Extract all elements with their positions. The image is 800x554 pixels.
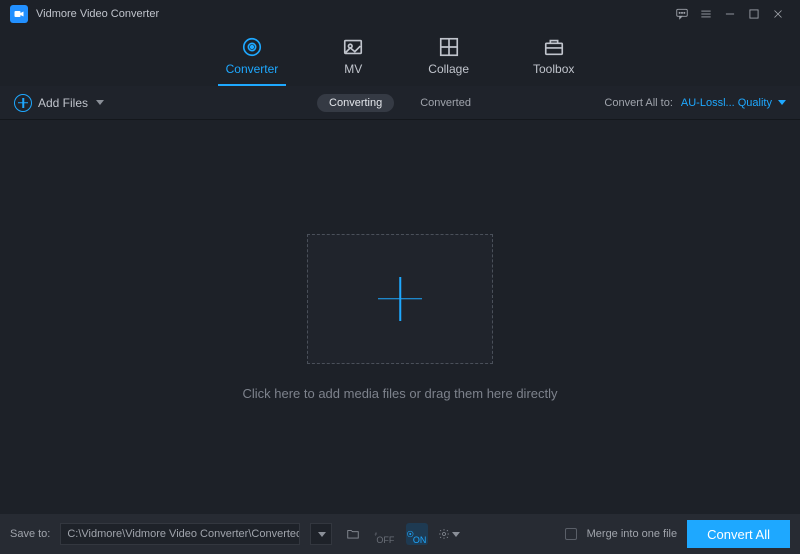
feedback-icon[interactable] <box>670 2 694 26</box>
minimize-icon[interactable] <box>718 2 742 26</box>
main-area: Click here to add media files or drag th… <box>0 120 800 514</box>
tab-converter[interactable]: Converter <box>218 32 287 86</box>
chevron-down-icon <box>318 532 326 537</box>
plus-icon <box>378 277 422 321</box>
title-bar: Vidmore Video Converter <box>0 0 800 28</box>
convert-all-to-label: Convert All to: <box>604 97 672 109</box>
sub-toolbar: Add Files Converting Converted Convert A… <box>0 86 800 120</box>
dropzone-hint: Click here to add media files or drag th… <box>242 386 557 401</box>
tab-label: MV <box>344 62 362 76</box>
output-format-group: Convert All to: AU-Lossl... Quality <box>604 97 786 109</box>
app-title: Vidmore Video Converter <box>36 8 159 20</box>
add-media-dropzone[interactable] <box>307 234 493 364</box>
tab-label: Collage <box>428 62 469 76</box>
settings-button[interactable] <box>438 523 460 545</box>
add-files-button[interactable]: Add Files <box>14 94 104 112</box>
main-tabs: Converter MV Collage Toolbox <box>0 28 800 86</box>
tab-mv[interactable]: MV <box>334 32 372 86</box>
add-files-dropdown-caret[interactable] <box>96 100 104 105</box>
toolbox-icon <box>543 36 565 58</box>
chevron-down-icon <box>452 532 460 537</box>
merge-label: Merge into one file <box>587 528 678 540</box>
plus-circle-icon <box>14 94 32 112</box>
tab-label: Toolbox <box>533 62 574 76</box>
status-tabs: Converting Converted <box>317 94 483 112</box>
add-files-label: Add Files <box>38 96 88 110</box>
menu-icon[interactable] <box>694 2 718 26</box>
merge-checkbox[interactable] <box>565 528 577 540</box>
tab-collage[interactable]: Collage <box>420 32 477 86</box>
app-logo-icon <box>10 5 28 23</box>
tab-label: Converter <box>226 62 279 76</box>
tab-converted[interactable]: Converted <box>408 94 483 112</box>
maximize-icon[interactable] <box>742 2 766 26</box>
save-to-label: Save to: <box>10 528 50 540</box>
hardware-accel-toggle[interactable]: OFF <box>374 523 396 545</box>
chevron-down-icon <box>778 100 786 105</box>
collage-icon <box>438 36 460 58</box>
high-speed-toggle[interactable]: ON <box>406 523 428 545</box>
converter-icon <box>241 36 263 58</box>
mv-icon <box>342 36 364 58</box>
save-path-dropdown[interactable] <box>310 523 332 545</box>
on-label: ON <box>413 535 427 545</box>
output-format-value: AU-Lossl... Quality <box>681 97 772 109</box>
output-format-selector[interactable]: AU-Lossl... Quality <box>681 97 786 109</box>
tab-toolbox[interactable]: Toolbox <box>525 32 582 86</box>
open-folder-button[interactable] <box>342 523 364 545</box>
convert-all-button[interactable]: Convert All <box>687 520 790 548</box>
save-path-field[interactable]: C:\Vidmore\Vidmore Video Converter\Conve… <box>60 523 300 545</box>
close-icon[interactable] <box>766 2 790 26</box>
tab-converting[interactable]: Converting <box>317 94 394 112</box>
off-label: OFF <box>376 535 394 545</box>
footer-bar: Save to: C:\Vidmore\Vidmore Video Conver… <box>0 514 800 554</box>
